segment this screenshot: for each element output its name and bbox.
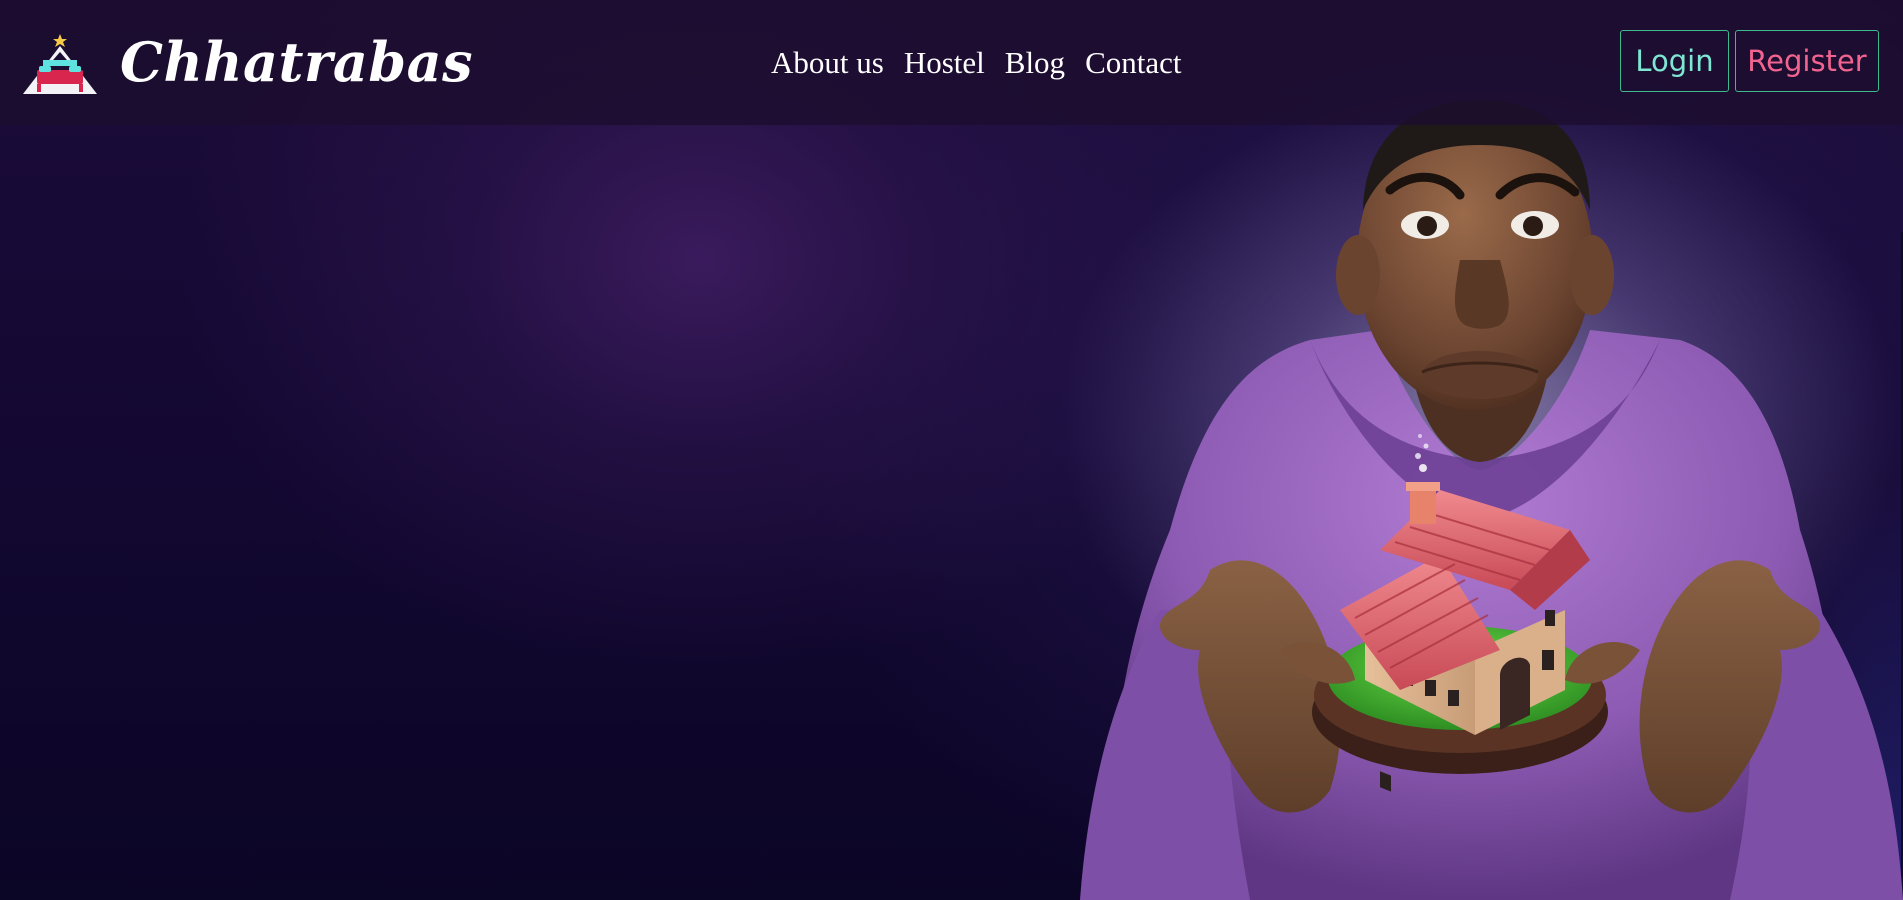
nav-link-about-us[interactable]: About us xyxy=(771,40,884,86)
nav-link-contact[interactable]: Contact xyxy=(1085,40,1181,86)
nav-links: About us Hostel Blog Contact xyxy=(771,40,1181,86)
navbar: Chhatrabas About us Hostel Blog Contact … xyxy=(0,0,1903,125)
hero-illustration xyxy=(1080,100,1903,900)
register-button[interactable]: Register xyxy=(1735,30,1879,92)
page: Chhatrabas About us Hostel Blog Contact … xyxy=(0,0,1903,900)
login-button[interactable]: Login xyxy=(1620,30,1729,92)
bed-canopy-icon[interactable] xyxy=(19,34,101,96)
brand-name[interactable]: Chhatrabas xyxy=(120,24,473,100)
nav-link-hostel[interactable]: Hostel xyxy=(904,40,985,86)
nav-link-blog[interactable]: Blog xyxy=(1005,40,1065,86)
